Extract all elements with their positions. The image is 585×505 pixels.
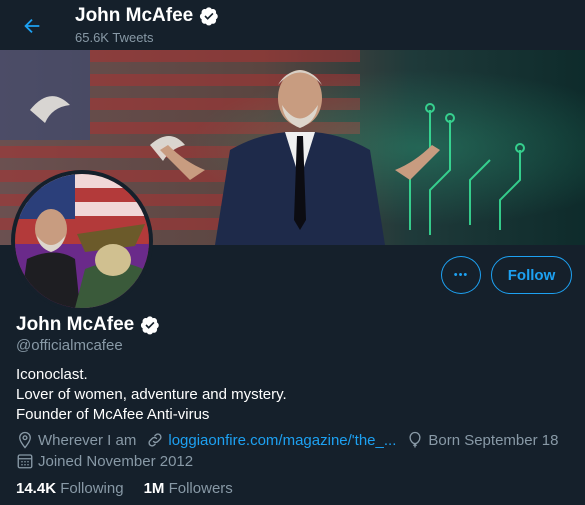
followers-label: Followers: [168, 480, 233, 497]
bio-line: Iconoclast.: [16, 366, 88, 383]
follow-button[interactable]: Follow: [491, 256, 572, 294]
profile-birthday: Born September 18: [406, 431, 558, 449]
profile-name: John McAfee: [16, 314, 160, 336]
more-options-button[interactable]: •••: [441, 256, 481, 294]
website-link[interactable]: loggiaonfire.com/magazine/'the_...: [168, 432, 396, 449]
back-button[interactable]: [14, 8, 50, 44]
profile-bio: Iconoclast. Lover of women, adventure an…: [16, 365, 287, 425]
profile-joined: Joined November 2012: [16, 452, 193, 470]
profile-location: Wherever I am: [16, 431, 136, 449]
profile-avatar[interactable]: [11, 170, 153, 312]
verified-badge-icon: [141, 316, 159, 335]
link-icon: [148, 433, 162, 447]
avatar-image: [15, 174, 149, 308]
profile-name-text: John McAfee: [16, 314, 135, 335]
bio-line: Lover of women, adventure and mystery.: [16, 386, 287, 403]
arrow-left-icon: [24, 18, 40, 34]
location-pin-icon: [19, 431, 31, 449]
balloon-icon: [409, 431, 421, 448]
top-bar: John McAfee 65.6K Tweets: [0, 0, 585, 50]
following-label: Following: [60, 480, 124, 497]
followers-count: 1M: [143, 480, 165, 497]
calendar-icon: [17, 454, 33, 469]
following-count: 14.4K: [16, 480, 57, 497]
profile-handle: @officialmcafee: [16, 337, 123, 354]
header-title: John McAfee: [75, 5, 219, 27]
verified-badge-icon: [200, 7, 218, 26]
tweet-count: 65.6K Tweets: [75, 30, 154, 45]
following-link[interactable]: 14.4K Following: [16, 480, 124, 497]
more-options-icon: •••: [453, 269, 469, 281]
profile-stats: 14.4K Following 1M Followers: [16, 480, 233, 497]
profile-website: loggiaonfire.com/magazine/'the_...: [146, 431, 396, 449]
header-name: John McAfee: [75, 5, 194, 26]
birthday-text: Born September 18: [428, 431, 559, 449]
location-text: Wherever I am: [38, 431, 137, 449]
bio-line: Founder of McAfee Anti-virus: [16, 406, 210, 423]
followers-link[interactable]: 1M Followers: [144, 480, 233, 497]
joined-text: Joined November 2012: [38, 452, 194, 470]
profile-meta-row: Joined November 2012: [16, 452, 203, 470]
profile-meta-row: Wherever I am loggiaonfire.com/magazine/…: [16, 431, 568, 449]
